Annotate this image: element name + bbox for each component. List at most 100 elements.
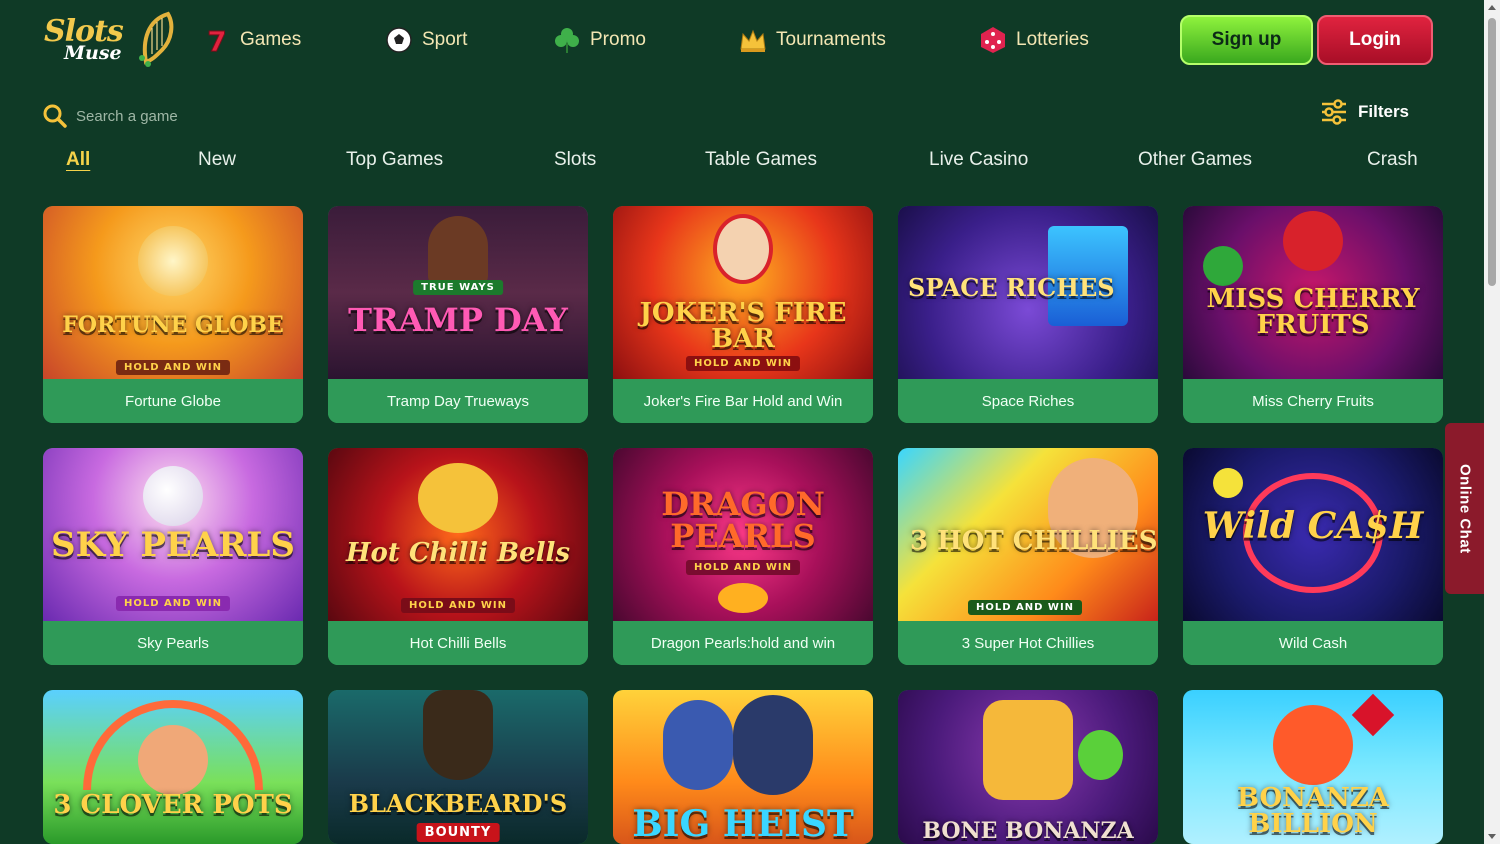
- game-art-title: Hot Chilli Bells: [345, 538, 571, 568]
- game-art-title: MISS CHERRY FRUITS: [1206, 284, 1420, 340]
- tab-top-games[interactable]: Top Games: [346, 149, 443, 171]
- lucky-seven-icon: 7: [202, 25, 232, 55]
- game-card[interactable]: Hot Chilli Bells HOLD AND WIN Hot Chilli…: [328, 448, 588, 665]
- scroll-down-arrow-icon[interactable]: [1488, 834, 1496, 839]
- game-card[interactable]: BLACKBEARD'S BOUNTY: [328, 690, 588, 844]
- game-thumbnail: FORTUNE GLOBE HOLD AND WIN: [43, 206, 303, 379]
- game-card[interactable]: BIG HEIST: [613, 690, 873, 844]
- scroll-up-arrow-icon[interactable]: [1488, 5, 1496, 10]
- tab-live-casino[interactable]: Live Casino: [929, 149, 1028, 171]
- game-art-title: SKY PEARLS: [51, 525, 295, 565]
- game-art-title: TRAMP DAY: [348, 301, 568, 339]
- nav-tournaments-label: Tournaments: [776, 29, 886, 50]
- game-thumbnail: BIG HEIST: [613, 690, 873, 844]
- game-art-subtitle: HOLD AND WIN: [685, 356, 801, 371]
- game-thumbnail: BONANZA BILLION: [1183, 690, 1443, 844]
- nav-tournaments[interactable]: Tournaments: [738, 22, 886, 58]
- online-chat-button[interactable]: Online Chat: [1445, 423, 1485, 594]
- game-card[interactable]: MISS CHERRY FRUITS Miss Cherry Fruits: [1183, 206, 1443, 423]
- game-thumbnail: TRUE WAYS TRAMP DAY: [328, 206, 588, 379]
- search-input[interactable]: [76, 107, 376, 125]
- game-name: Sky Pearls: [43, 621, 303, 665]
- tab-crash[interactable]: Crash: [1367, 149, 1418, 171]
- game-thumbnail: SPACE RICHES: [898, 206, 1158, 379]
- game-card[interactable]: SKY PEARLS HOLD AND WIN Sky Pearls: [43, 448, 303, 665]
- site-logo[interactable]: Slots Muse: [42, 10, 177, 70]
- harp-icon: [139, 11, 174, 67]
- nav-sport-label: Sport: [422, 29, 468, 50]
- clover-icon: [552, 25, 582, 55]
- game-name: Miss Cherry Fruits: [1183, 379, 1443, 423]
- tab-all[interactable]: All: [66, 149, 90, 171]
- nav-promo[interactable]: Promo: [552, 22, 646, 58]
- tab-slots[interactable]: Slots: [554, 149, 596, 171]
- game-card[interactable]: JOKER'S FIRE BAR HOLD AND WIN Joker's Fi…: [613, 206, 873, 423]
- search-icon: [43, 104, 67, 128]
- crown-icon: [738, 25, 768, 55]
- game-name: Space Riches: [898, 379, 1158, 423]
- game-name: Joker's Fire Bar Hold and Win: [613, 379, 873, 423]
- game-thumbnail: MISS CHERRY FRUITS: [1183, 206, 1443, 379]
- game-card[interactable]: 3 CLOVER POTS: [43, 690, 303, 844]
- logo-text-muse: Muse: [64, 42, 122, 64]
- game-thumbnail: Hot Chilli Bells HOLD AND WIN: [328, 448, 588, 621]
- game-name: Wild Cash: [1183, 621, 1443, 665]
- game-art-subtitle: HOLD AND WIN: [400, 598, 516, 613]
- svg-text:7: 7: [207, 25, 226, 55]
- game-card[interactable]: BONE BONANZA: [898, 690, 1158, 844]
- tab-table-games[interactable]: Table Games: [705, 149, 817, 171]
- game-name: Fortune Globe: [43, 379, 303, 423]
- filters-button[interactable]: Filters: [1320, 98, 1409, 126]
- signup-button[interactable]: Sign up: [1180, 15, 1313, 65]
- soccer-ball-icon: [384, 25, 414, 55]
- game-name: Tramp Day Trueways: [328, 379, 588, 423]
- nav-promo-label: Promo: [590, 29, 646, 50]
- login-button[interactable]: Login: [1317, 15, 1433, 65]
- game-art-subtitle: HOLD AND WIN: [968, 600, 1083, 615]
- game-thumbnail: JOKER'S FIRE BAR HOLD AND WIN: [613, 206, 873, 379]
- game-thumbnail: SKY PEARLS HOLD AND WIN: [43, 448, 303, 621]
- nav-sport[interactable]: Sport: [384, 22, 467, 58]
- top-header: Slots Muse 7 Games Sport Promo Tournamen…: [0, 0, 1484, 80]
- game-card[interactable]: BONANZA BILLION: [1183, 690, 1443, 844]
- game-art-subtitle: HOLD AND WIN: [685, 560, 801, 575]
- game-art-title: 3 HOT CHILLIES: [910, 526, 1158, 556]
- game-art-title: Wild CA$H: [1202, 505, 1424, 547]
- game-card[interactable]: 3 HOT CHILLIES HOLD AND WIN 3 Super Hot …: [898, 448, 1158, 665]
- page-scrollbar[interactable]: [1484, 0, 1500, 844]
- nav-games[interactable]: 7 Games: [202, 22, 301, 58]
- game-thumbnail: 3 CLOVER POTS: [43, 690, 303, 844]
- game-art-title: BLACKBEARD'S: [348, 789, 568, 818]
- filters-label: Filters: [1358, 102, 1410, 121]
- tab-new[interactable]: New: [198, 149, 236, 171]
- search-bar: [42, 100, 442, 132]
- game-thumbnail: Wild CA$H: [1183, 448, 1443, 621]
- game-name: Dragon Pearls:hold and win: [613, 621, 873, 665]
- game-card[interactable]: FORTUNE GLOBE HOLD AND WIN Fortune Globe: [43, 206, 303, 423]
- game-thumbnail: BONE BONANZA: [898, 690, 1158, 844]
- game-art-title: SPACE RICHES: [908, 273, 1115, 302]
- game-name: 3 Super Hot Chillies: [898, 621, 1158, 665]
- game-art-subtitle: TRUE WAYS: [413, 280, 503, 295]
- game-art-subtitle: HOLD AND WIN: [115, 596, 231, 611]
- game-art-title: BIG HEIST: [632, 803, 854, 844]
- game-art-title: BONE BONANZA: [922, 818, 1134, 844]
- scrollbar-thumb[interactable]: [1488, 18, 1496, 286]
- sliders-icon: [1322, 99, 1346, 125]
- game-card[interactable]: SPACE RICHES Space Riches: [898, 206, 1158, 423]
- game-card[interactable]: Wild CA$H Wild Cash: [1183, 448, 1443, 665]
- game-art-title: FORTUNE GLOBE: [62, 312, 284, 338]
- nav-games-label: Games: [240, 29, 302, 50]
- game-art-title: BONANZA BILLION: [1237, 783, 1389, 839]
- nav-lotteries-label: Lotteries: [1016, 29, 1089, 50]
- nav-lotteries[interactable]: Lotteries: [978, 22, 1089, 58]
- game-thumbnail: BLACKBEARD'S BOUNTY: [328, 690, 588, 844]
- game-thumbnail: DRAGON PEARLS HOLD AND WIN: [613, 448, 873, 621]
- game-name: Hot Chilli Bells: [328, 621, 588, 665]
- game-art-title: DRAGON PEARLS: [661, 485, 825, 555]
- game-thumbnail: 3 HOT CHILLIES HOLD AND WIN: [898, 448, 1158, 621]
- game-card[interactable]: DRAGON PEARLS HOLD AND WIN Dragon Pearls…: [613, 448, 873, 665]
- tab-other-games[interactable]: Other Games: [1138, 149, 1252, 171]
- game-card[interactable]: TRUE WAYS TRAMP DAY Tramp Day Trueways: [328, 206, 588, 423]
- game-art-title: 3 CLOVER POTS: [53, 790, 293, 820]
